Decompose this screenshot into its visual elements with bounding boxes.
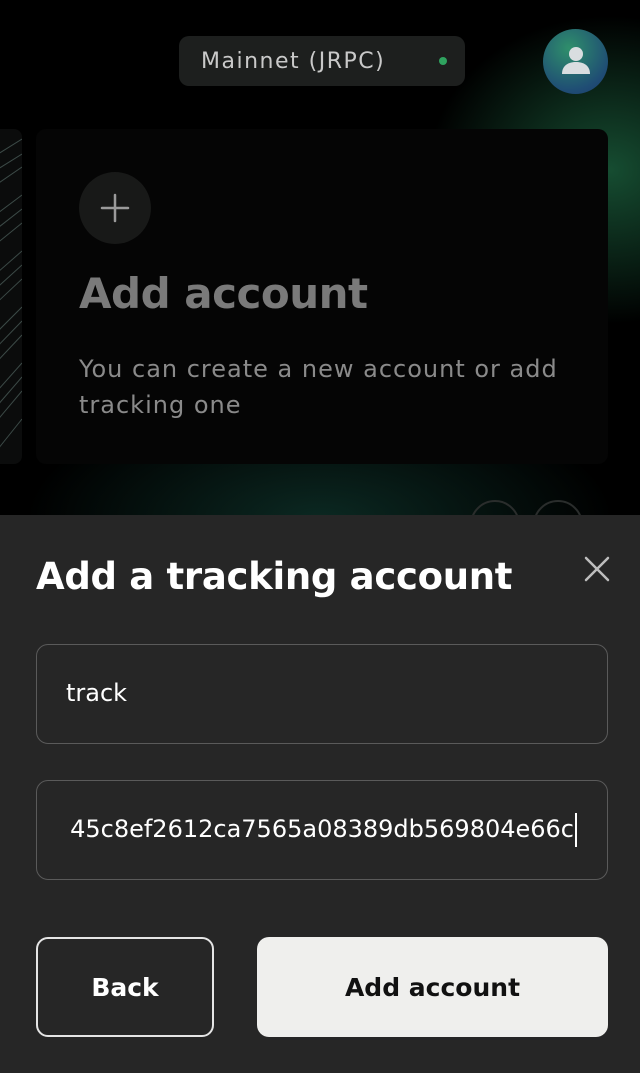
text-caret [575, 813, 577, 847]
back-button[interactable]: Back [36, 937, 214, 1037]
network-selector[interactable]: Mainnet (JRPC) [179, 36, 465, 86]
address-value: 45c8ef2612ca7565a08389db569804e66c [70, 815, 574, 843]
tracking-account-sheet: Add a tracking account track 45c8ef2612c… [0, 515, 640, 1073]
card-pattern [0, 138, 22, 448]
address-field[interactable]: 45c8ef2612ca7565a08389db569804e66c [36, 780, 608, 880]
previous-account-card[interactable] [0, 129, 22, 464]
account-name-field[interactable]: track [36, 644, 608, 744]
add-account-button[interactable]: Add account [257, 937, 608, 1037]
plus-icon [100, 193, 130, 223]
plus-button[interactable] [79, 172, 151, 244]
user-icon [562, 47, 590, 74]
card-description: You can create a new account or add trac… [79, 355, 558, 419]
network-label: Mainnet (JRPC) [201, 48, 386, 74]
avatar[interactable] [543, 29, 608, 94]
close-button[interactable] [581, 553, 613, 585]
add-account-card[interactable]: Add account You can create a new account… [36, 129, 608, 464]
account-name-value: track [66, 679, 128, 707]
network-status-dot [439, 57, 447, 65]
card-title: Add account [79, 269, 368, 318]
close-icon [584, 556, 610, 582]
sheet-title: Add a tracking account [36, 555, 513, 598]
